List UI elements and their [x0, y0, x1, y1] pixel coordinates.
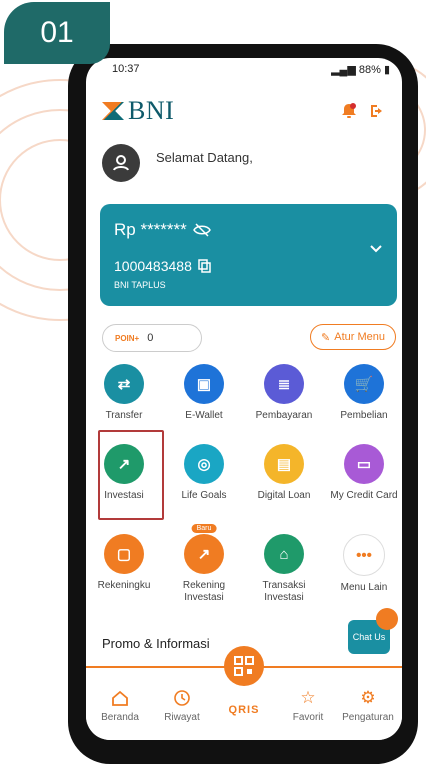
balance-amount: Rp ******* — [114, 220, 187, 239]
greeting-row: Selamat Datang, — [102, 144, 253, 182]
goals-icon-glyph: ◎ — [197, 456, 211, 473]
menu-item-label: Life Goals — [181, 490, 227, 501]
tab-pengaturan[interactable]: ⚙ Pengaturan — [338, 688, 398, 723]
poin-pill[interactable]: POIN+ 0 — [102, 324, 202, 352]
logo-mark-icon — [102, 102, 124, 120]
menu-item-menu-lain[interactable]: ••• Menu Lain — [324, 534, 402, 594]
goals-icon: ◎ — [184, 444, 224, 484]
promo-title: Promo & Informasi — [102, 636, 210, 651]
balance-amount-row: Rp ******* — [114, 220, 211, 240]
menu-item-label: Rekeningku — [97, 580, 151, 591]
menu-item-rekeningku[interactable]: ▢ Rekeningku — [86, 534, 164, 592]
menu-item-label: Digital Loan — [257, 490, 311, 501]
highlight-box — [98, 430, 164, 520]
menu-item-label: Transaksi Investasi — [262, 580, 306, 603]
wallet-icon-glyph: ▣ — [196, 376, 212, 393]
tab-beranda[interactable]: Beranda — [90, 688, 150, 723]
atur-menu-label: Atur Menu — [334, 331, 385, 343]
chat-button[interactable]: Chat Us — [348, 608, 398, 654]
more-icon-glyph: ••• — [356, 546, 372, 564]
menu-item-my-credit-card[interactable]: ▭ My Credit Card — [324, 444, 402, 502]
qris-label: QRIS — [228, 704, 260, 716]
top-icons — [340, 102, 386, 125]
account-number-row: 1000483488 — [114, 258, 212, 274]
credit-card-icon-glyph: ▭ — [356, 456, 372, 473]
status-time: 10:37 — [112, 63, 140, 75]
greeting-text: Selamat Datang, — [156, 150, 253, 165]
basket-icon: ⌂ — [264, 534, 304, 574]
credit-card-icon: ▭ — [344, 444, 384, 484]
tab-favorit[interactable]: ☆ Favorit — [278, 688, 338, 723]
tab-riwayat[interactable]: Riwayat — [152, 688, 212, 723]
bill-icon-glyph: ≣ — [277, 376, 291, 393]
history-icon — [174, 690, 190, 706]
account-icon-glyph: ▢ — [116, 546, 132, 563]
menu-item-transaksi-investasi[interactable]: ⌂ Transaksi Investasi — [244, 534, 324, 604]
wallet-icon: ▣ — [184, 364, 224, 404]
status-bar: 10:37 ▂▄▆ 88% ▮ — [86, 58, 402, 80]
battery-icon: ▮ — [383, 64, 390, 76]
chat-label: Chat Us — [352, 632, 386, 642]
bottom-tab-bar: Beranda Riwayat QRIS ☆ Favorit ⚙ Pengatu… — [86, 646, 402, 740]
battery-level: 88% — [358, 64, 381, 76]
bill-icon: ≣ — [264, 364, 304, 404]
home-icon — [112, 690, 128, 706]
eye-off-icon[interactable] — [192, 223, 211, 237]
balance-card[interactable]: Rp ******* 1000483488 BNI TAPLUS — [100, 204, 397, 306]
logo-text: BNI — [128, 96, 175, 125]
loan-icon: ▤ — [264, 444, 304, 484]
account-icon: ▢ — [104, 534, 144, 574]
atur-menu-button[interactable]: ✎ Atur Menu — [310, 324, 396, 350]
new-badge: Baru — [191, 524, 217, 533]
menu-item-label: Transfer — [105, 410, 143, 421]
menu-item-label: Rekening Investasi — [182, 580, 226, 603]
logout-icon[interactable] — [368, 102, 386, 125]
account-number: 1000483488 — [114, 258, 192, 274]
phone-screen: 10:37 ▂▄▆ 88% ▮ BNI Selamat Datang, Rp *… — [86, 58, 402, 740]
bni-logo: BNI — [102, 96, 175, 125]
more-icon: ••• — [343, 534, 385, 576]
investment-account-icon: ↗ Baru — [184, 524, 224, 574]
menu-item-label: Pembelian — [340, 410, 388, 421]
loan-icon-glyph: ▤ — [276, 456, 292, 473]
avatar[interactable] — [102, 144, 140, 182]
poin-logo: POIN+ — [115, 333, 140, 343]
menu-item-pembayaran[interactable]: ≣ Pembayaran — [244, 364, 324, 422]
qr-icon — [234, 656, 254, 676]
basket-icon-glyph: ⌂ — [279, 545, 289, 563]
menu-item-digital-loan[interactable]: ▤ Digital Loan — [244, 444, 324, 502]
transfer-icon-glyph: ⇄ — [117, 376, 131, 393]
notification-bell-icon[interactable] — [340, 102, 358, 125]
menu-item-life-goals[interactable]: ◎ Life Goals — [164, 444, 244, 502]
cart-icon: 🛒 — [344, 364, 384, 404]
tab-label: Favorit — [292, 712, 324, 723]
menu-item-pembelian[interactable]: 🛒 Pembelian — [324, 364, 402, 422]
menu-item-label: Menu Lain — [340, 582, 388, 593]
chevron-down-icon[interactable] — [369, 244, 383, 254]
tab-label: Riwayat — [164, 712, 200, 723]
status-right: ▂▄▆ 88% ▮ — [331, 63, 390, 76]
menu-item-e-wallet[interactable]: ▣ E-Wallet — [164, 364, 244, 422]
menu-item-label: E-Wallet — [185, 410, 223, 421]
tab-label: Beranda — [101, 712, 139, 723]
menu-item-label: My Credit Card — [330, 490, 398, 501]
user-icon — [113, 155, 129, 171]
menu-item-rekening-investasi[interactable]: ↗ Baru Rekening Investasi — [164, 524, 244, 604]
pencil-icon: ✎ — [321, 331, 331, 344]
poin-value: 0 — [147, 332, 154, 344]
support-icon — [376, 608, 398, 630]
copy-icon[interactable] — [198, 259, 212, 273]
menu-item-transfer[interactable]: ⇄ Transfer — [86, 364, 164, 422]
tab-label: Pengaturan — [342, 712, 394, 723]
account-type: BNI TAPLUS — [114, 280, 166, 290]
gear-icon: ⚙ — [360, 688, 376, 707]
investment-account-icon-glyph: ↗ — [197, 546, 211, 563]
star-icon: ☆ — [300, 688, 316, 707]
cart-icon-glyph: 🛒 — [354, 376, 374, 393]
signal-icon: ▂▄▆ — [331, 64, 356, 76]
step-badge: 01 — [4, 2, 110, 64]
tab-qris[interactable] — [224, 646, 264, 686]
menu-item-label: Pembayaran — [255, 410, 313, 421]
transfer-icon: ⇄ — [104, 364, 144, 404]
